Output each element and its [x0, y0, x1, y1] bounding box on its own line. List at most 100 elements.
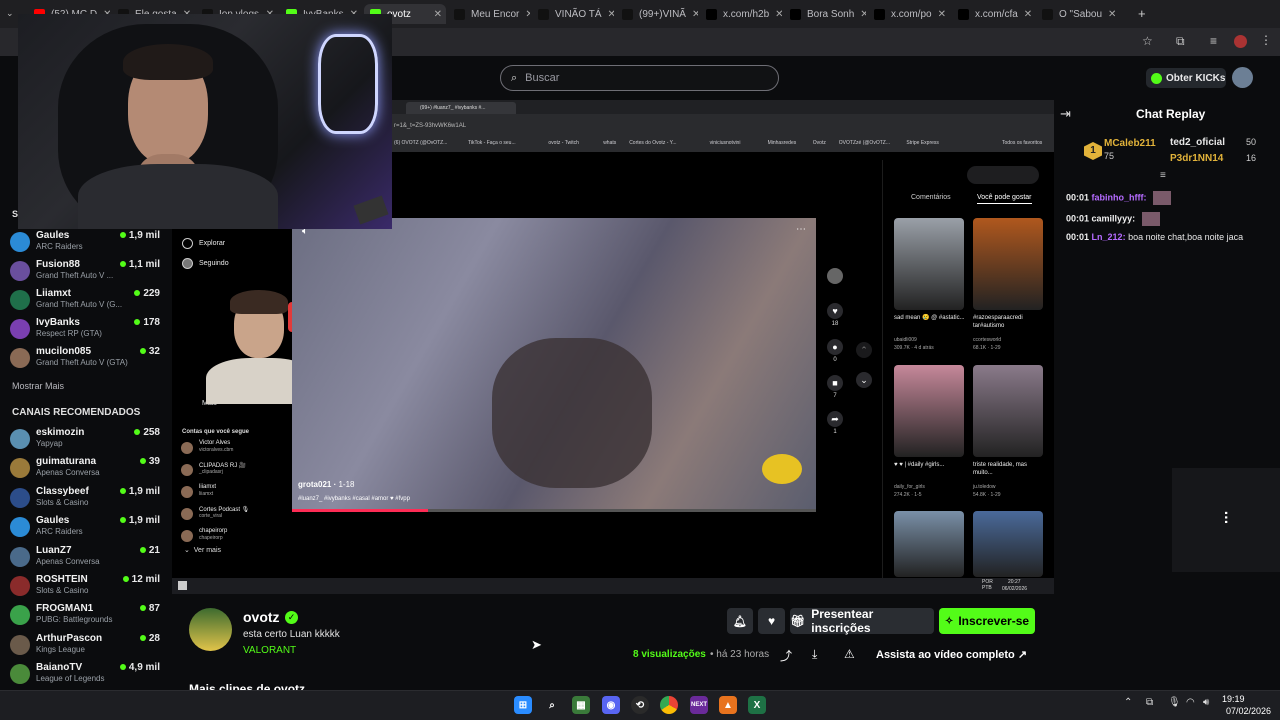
chat-replay-panel: ⇥ Chat Replay 1 MCaleb211 75 ted2_oficia…	[1054, 100, 1280, 690]
sidebar-channel[interactable]: eskimozin Yapyap 258	[10, 425, 162, 451]
tab-close-icon[interactable]: ✕	[938, 9, 950, 20]
followed-name: chapeirorp	[199, 528, 228, 534]
sidebar-channel[interactable]: Classybeef Slots & Casino 1,9 mil	[10, 484, 162, 510]
user-avatar[interactable]	[1232, 67, 1253, 88]
browser-tab[interactable]: x.com/po ✕	[868, 4, 950, 24]
channel-category: Grand Theft Auto V (GTA)	[36, 358, 128, 367]
share-icon[interactable]: ⤴	[780, 647, 792, 664]
channel-category: ARC Raiders	[36, 527, 83, 537]
browser-tab[interactable]: x.com/h2b ✕	[700, 4, 782, 24]
chat-text: boa noite chat,boa noite jaca	[1128, 232, 1244, 242]
report-icon[interactable]: ⚠	[844, 647, 855, 661]
show-more-link[interactable]: Mostrar Mais	[12, 381, 64, 391]
next-app-icon[interactable]: NEXT	[690, 696, 708, 714]
viewer-count-value: 1,1 mil	[128, 259, 160, 270]
captured-address-bar: r=1&_t=ZS-93hvWK6w1AL	[392, 114, 1054, 138]
star-icon[interactable]: ☆	[1142, 34, 1153, 48]
tab-close-icon[interactable]: ✕	[775, 9, 782, 20]
profile-icon[interactable]	[1234, 35, 1247, 48]
collapse-chat-icon[interactable]: ⇥	[1060, 106, 1071, 122]
tiktok-actions-pill	[967, 166, 1039, 184]
sidebar-channel[interactable]: BaianoTV League of Legends 4,9 mil	[10, 660, 162, 686]
tray-network-icon[interactable]: ⧉	[1146, 697, 1153, 708]
channel-avatar	[10, 429, 30, 449]
browser-tab[interactable]: Bora Sonh ✕	[784, 4, 866, 24]
tray-volume-icon[interactable]: 🔊︎	[1203, 697, 1209, 708]
download-icon[interactable]: ⤓	[812, 647, 817, 662]
streamer-hair-shape	[123, 44, 213, 80]
windows-start-icon[interactable]: ⊞	[514, 696, 532, 714]
tab-close-icon[interactable]: ✕	[434, 9, 446, 20]
tray-wifi-icon[interactable]: ◠	[1186, 697, 1195, 708]
channel-name[interactable]: ovotz	[243, 609, 280, 625]
gift-subs-button[interactable]: 🎁︎ Presentear inscrições	[790, 607, 934, 635]
compass-icon	[182, 238, 193, 249]
follow-heart-button[interactable]: ♥	[758, 608, 785, 634]
sidebar-channel[interactable]: guimaturana Apenas Conversa 39	[10, 454, 162, 480]
tab-comments: Comentários	[911, 194, 951, 201]
steam-icon[interactable]: ⟲	[631, 696, 649, 714]
sidebar-channel[interactable]: Gaules ARC Raiders 1,9 mil	[10, 228, 162, 254]
subscribe-button[interactable]: ✧ Inscrever-se	[939, 608, 1035, 634]
vlc-app-icon[interactable]: ▲	[719, 696, 737, 714]
sidebar-channel[interactable]: IvyBanks Respect RP (GTA) 178	[10, 315, 162, 341]
windows-search-icon[interactable]: ⌕	[543, 696, 561, 714]
app-gallery-icon[interactable]: ▦	[572, 696, 590, 714]
channel-name: mucilon085	[36, 346, 92, 357]
tab-close-icon[interactable]: ✕	[608, 9, 615, 20]
extensions-icon[interactable]: ⧉	[1176, 34, 1185, 49]
channel-name: Gaules	[36, 230, 70, 241]
channel-name: eskimozin	[36, 427, 85, 438]
chat-user[interactable]: Ln_212:	[1092, 232, 1126, 242]
get-kicks-button[interactable]: Obter KICKs	[1146, 68, 1226, 88]
sidebar-channel[interactable]: Fusion88 Grand Theft Auto V ... 1,1 mil	[10, 257, 162, 283]
tray-chevron-icon[interactable]: ⌃	[1124, 697, 1132, 708]
browser-tab[interactable]: x.com/cfa ✕	[952, 4, 1034, 24]
taskbar-time[interactable]: 19:19	[1222, 694, 1245, 704]
sidebar-channel[interactable]: mucilon085 Grand Theft Auto V (GTA) 32	[10, 344, 162, 370]
viewer-count-value: 87	[148, 603, 160, 615]
followed-avatar	[181, 486, 193, 498]
excel-icon[interactable]: X	[748, 696, 766, 714]
media-icon[interactable]: ≡	[1210, 34, 1217, 48]
chrome-icon[interactable]	[660, 696, 678, 714]
watch-full-video-button[interactable]: Assista ao vídeo completo ↗	[876, 648, 1027, 661]
browser-tab[interactable]: Meu Encor ✕	[448, 4, 530, 24]
taskbar-date[interactable]: 07/02/2026	[1226, 706, 1271, 716]
leaderboard-third-value: 16	[1246, 153, 1257, 163]
sidebar-channel[interactable]: ROSHTEIN Slots & Casino 12 mil	[10, 572, 162, 598]
new-tab-button[interactable]: +	[1138, 6, 1146, 21]
leaderboard-expand-icon[interactable]: ≡	[1160, 170, 1166, 181]
sidebar-channel[interactable]: ArthurPascon Kings League 28	[10, 631, 162, 657]
search-input[interactable]: ⌕ Buscar	[500, 65, 779, 91]
menu-icon[interactable]: ⋮	[1260, 33, 1272, 47]
followed-user: victoralves.cbm	[199, 447, 234, 453]
clip-category[interactable]: VALORANT	[243, 645, 296, 656]
video-action: ■ 7	[826, 375, 844, 399]
tiktok-video-player: 🔈︎ ⋯ grota021 · 1-18 #luanz7_ #ivybanks …	[292, 218, 816, 512]
discord-icon[interactable]: ◉	[602, 696, 620, 714]
sidebar-channel[interactable]: FROGMAN1 PUBG: Battlegrounds 87	[10, 601, 162, 627]
chat-time: 00:01	[1066, 232, 1090, 242]
tab-close-icon[interactable]: ✕	[692, 9, 698, 20]
browser-tab[interactable]: (99+)VINÃ ✕	[616, 4, 698, 24]
channel-avatar[interactable]	[189, 608, 232, 651]
browser-tab[interactable]: VINÃO TÁ ✕	[532, 4, 614, 24]
live-dot-icon	[139, 634, 146, 641]
chat-user[interactable]: fabinho_hfff:	[1092, 192, 1147, 202]
sidebar-channel[interactable]: LuanZ7 Apenas Conversa 21	[10, 543, 162, 569]
notifications-button[interactable]: 🔔︎	[727, 608, 753, 634]
tab-close-icon[interactable]: ✕	[525, 9, 530, 20]
chat-emote-icon	[1141, 211, 1160, 226]
tab-search-icon[interactable]: ⌄	[6, 8, 14, 19]
chat-user[interactable]: camillyyy:	[1092, 213, 1136, 223]
tab-close-icon[interactable]: ✕	[1024, 9, 1034, 20]
tab-close-icon[interactable]: ✕	[1108, 9, 1118, 20]
sidebar-channel[interactable]: Liiamxt Grand Theft Auto V (G... 229	[10, 286, 162, 312]
channel-name: ArthurPascon	[36, 632, 103, 644]
tab-close-icon[interactable]: ✕	[860, 9, 866, 20]
sidebar-channel[interactable]: Gaules ARC Raiders 1,9 mil	[10, 513, 162, 539]
viewer-count: 39	[139, 456, 160, 467]
browser-tab[interactable]: O "Sabou ✕	[1036, 4, 1118, 24]
tray-mic-icon[interactable]: 🎙︎	[1168, 697, 1181, 708]
